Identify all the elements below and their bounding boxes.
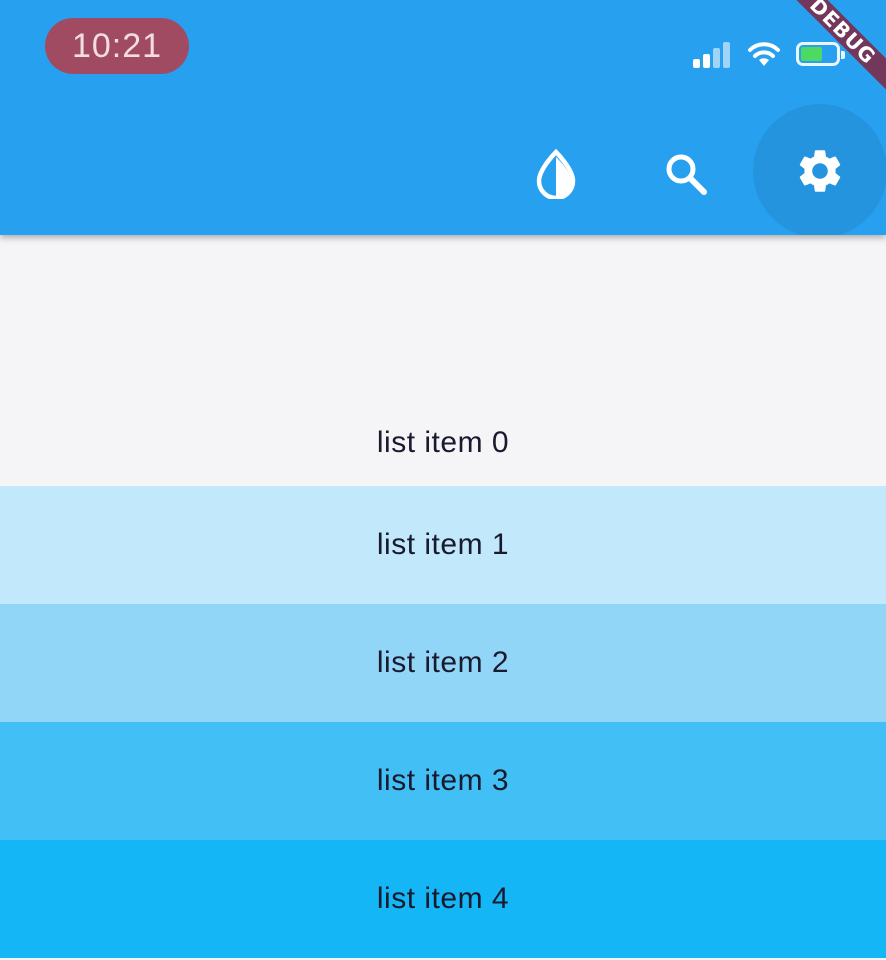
list-item[interactable]: list item 4 (0, 840, 886, 958)
item-list[interactable]: list item 0 list item 1 list item 2 list… (0, 235, 886, 960)
settings-gear-icon (799, 150, 841, 192)
water-drop-icon (536, 149, 576, 199)
list-item-label: list item 3 (376, 764, 510, 797)
battery-icon (796, 42, 845, 66)
list-item[interactable]: list item 0 (0, 235, 886, 486)
settings-button[interactable] (753, 104, 886, 235)
list-item-label: list item 4 (376, 882, 510, 915)
list-item[interactable]: list item 2 (0, 604, 886, 722)
status-time: 10:21 (45, 18, 189, 74)
theme-toggle-button[interactable] (520, 138, 592, 210)
list-item[interactable]: list item 1 (0, 486, 886, 604)
wifi-icon (748, 42, 780, 66)
list-item-label: list item 2 (376, 646, 510, 679)
list-item[interactable]: list item 3 (0, 722, 886, 840)
search-button[interactable] (650, 138, 722, 210)
app-bar: 10:21 (0, 0, 886, 235)
search-icon (666, 154, 707, 195)
list-item-label: list item 0 (376, 426, 510, 459)
cellular-signal-icon (693, 36, 737, 70)
list-item-label: list item 1 (376, 528, 510, 561)
